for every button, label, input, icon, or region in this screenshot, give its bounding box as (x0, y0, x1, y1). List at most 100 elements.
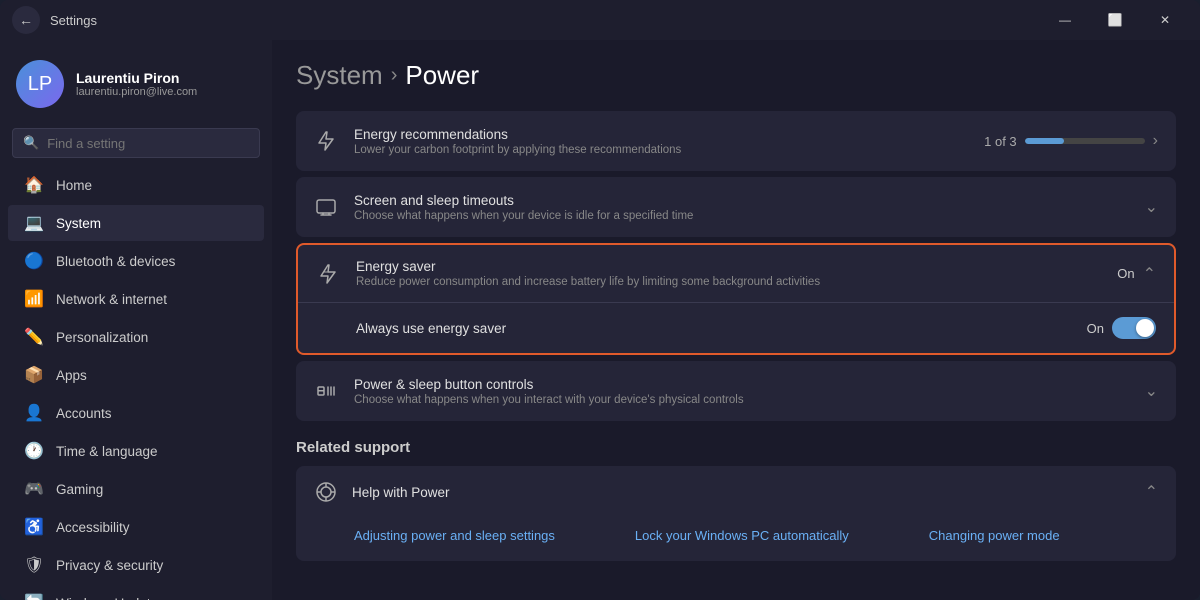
search-input[interactable] (47, 136, 249, 151)
screen-sleep-text: Screen and sleep timeouts Choose what ha… (354, 193, 1129, 222)
gaming-icon: 🎮 (24, 479, 44, 499)
nav-label-system: System (56, 216, 248, 231)
accounts-icon: 👤 (24, 403, 44, 423)
energy-saver-text: Energy saver Reduce power consumption an… (356, 259, 1101, 288)
nav-label-update: Windows Update (56, 596, 248, 600)
screen-sleep-chevron: ⌄ (1145, 197, 1158, 217)
power-sleep-subtitle: Choose what happens when you interact wi… (354, 394, 1129, 406)
sidebar-item-time[interactable]: 🕐 Time & language (8, 433, 264, 469)
sidebar-item-system[interactable]: 💻 System (8, 205, 264, 241)
help-link-changing[interactable]: Changing power mode (929, 528, 1060, 543)
power-sleep-chevron: ⌄ (1145, 381, 1158, 401)
help-card-header[interactable]: Help with Power ⌃ (296, 466, 1176, 518)
help-link-lock[interactable]: Lock your Windows PC automatically (635, 528, 849, 543)
main-content: LP Laurentiu Piron laurentiu.piron@live.… (0, 40, 1200, 600)
nav-label-privacy: Privacy & security (56, 558, 248, 573)
nav-label-home: Home (56, 178, 248, 193)
close-button[interactable]: ✕ (1142, 4, 1188, 36)
power-sleep-card: Power & sleep button controls Choose wha… (296, 361, 1176, 421)
help-label: Help with Power (352, 485, 1131, 500)
update-icon: 🔄 (24, 593, 44, 600)
minimize-button[interactable]: — (1042, 4, 1088, 36)
power-sleep-row[interactable]: Power & sleep button controls Choose wha… (296, 361, 1176, 421)
screen-sleep-icon (314, 195, 338, 219)
search-icon: 🔍 (23, 135, 39, 151)
screen-sleep-row[interactable]: Screen and sleep timeouts Choose what ha… (296, 177, 1176, 237)
related-support-title: Related support (296, 439, 1176, 456)
energy-saver-status: On (1117, 266, 1134, 281)
power-sleep-text: Power & sleep button controls Choose wha… (354, 377, 1129, 406)
energy-rec-chevron: › (1153, 132, 1158, 150)
nav-label-time: Time & language (56, 444, 248, 459)
search-box[interactable]: 🔍 (12, 128, 260, 158)
nav-label-accounts: Accounts (56, 406, 248, 421)
always-use-toggle[interactable] (1112, 317, 1156, 339)
time-icon: 🕐 (24, 441, 44, 461)
help-text: Help with Power (352, 485, 1131, 500)
help-chevron: ⌃ (1145, 482, 1158, 502)
window-controls: — ⬜ ✕ (1042, 4, 1188, 36)
energy-rec-icon (314, 129, 338, 153)
sidebar-item-windows-update[interactable]: 🔄 Windows Update (8, 585, 264, 600)
energy-rec-progress-bar (1025, 138, 1145, 144)
sidebar-item-accessibility[interactable]: ♿ Accessibility (8, 509, 264, 545)
help-icon (314, 480, 338, 504)
always-use-label: Always use energy saver (356, 321, 506, 336)
energy-saver-expanded: Always use energy saver On (298, 302, 1174, 353)
energy-recommendations-card: Energy recommendations Lower your carbon… (296, 111, 1176, 171)
help-action: ⌃ (1145, 482, 1158, 502)
avatar: LP (16, 60, 64, 108)
nav-label-gaming: Gaming (56, 482, 248, 497)
sidebar-item-accounts[interactable]: 👤 Accounts (8, 395, 264, 431)
power-sleep-title: Power & sleep button controls (354, 377, 1129, 392)
sidebar-item-gaming[interactable]: 🎮 Gaming (8, 471, 264, 507)
breadcrumb-current: Power (405, 60, 479, 91)
sidebar: LP Laurentiu Piron laurentiu.piron@live.… (0, 40, 272, 600)
settings-window: ← Settings — ⬜ ✕ LP Laurentiu Piron laur… (0, 0, 1200, 600)
energy-rec-text: Energy recommendations Lower your carbon… (354, 127, 968, 156)
privacy-icon: 🛡 (24, 555, 44, 575)
titlebar: ← Settings — ⬜ ✕ (0, 0, 1200, 40)
user-name: Laurentiu Piron (76, 70, 197, 86)
breadcrumb-parent[interactable]: System (296, 60, 383, 91)
sidebar-item-bluetooth[interactable]: 🔵 Bluetooth & devices (8, 243, 264, 279)
nav-label-bluetooth: Bluetooth & devices (56, 254, 248, 269)
screen-sleep-subtitle: Choose what happens when your device is … (354, 210, 1129, 222)
energy-rec-subtitle: Lower your carbon footprint by applying … (354, 144, 968, 156)
energy-rec-progress-text: 1 of 3 (984, 134, 1017, 149)
accessibility-icon: ♿ (24, 517, 44, 537)
maximize-button[interactable]: ⬜ (1092, 4, 1138, 36)
power-sleep-icon (314, 379, 338, 403)
help-links: Adjusting power and sleep settings Lock … (296, 518, 1176, 561)
nav-label-apps: Apps (56, 368, 248, 383)
sidebar-item-network[interactable]: 📶 Network & internet (8, 281, 264, 317)
content-area: System › Power Energy recommendations Lo… (272, 40, 1200, 600)
window-title: Settings (50, 13, 97, 28)
sidebar-item-personalization[interactable]: ✏️ Personalization (8, 319, 264, 355)
titlebar-left: ← Settings (12, 6, 97, 34)
power-sleep-action: ⌄ (1145, 381, 1158, 401)
energy-recommendations-row[interactable]: Energy recommendations Lower your carbon… (296, 111, 1176, 171)
bluetooth-icon: 🔵 (24, 251, 44, 271)
nav-label-personalization: Personalization (56, 330, 248, 345)
help-link-adjusting[interactable]: Adjusting power and sleep settings (354, 528, 555, 543)
energy-rec-progress-fill (1025, 138, 1065, 144)
apps-icon: 📦 (24, 365, 44, 385)
energy-saver-title: Energy saver (356, 259, 1101, 274)
back-button[interactable]: ← (12, 6, 40, 34)
toggle-knob (1136, 319, 1154, 337)
sidebar-item-apps[interactable]: 📦 Apps (8, 357, 264, 393)
sidebar-item-privacy[interactable]: 🛡 Privacy & security (8, 547, 264, 583)
user-info: Laurentiu Piron laurentiu.piron@live.com (76, 70, 197, 98)
breadcrumb: System › Power (296, 60, 1176, 91)
breadcrumb-chevron: › (391, 64, 398, 87)
user-email: laurentiu.piron@live.com (76, 86, 197, 98)
screen-sleep-title: Screen and sleep timeouts (354, 193, 1129, 208)
user-section[interactable]: LP Laurentiu Piron laurentiu.piron@live.… (0, 48, 272, 124)
energy-saver-icon (316, 262, 340, 286)
energy-saver-subtitle: Reduce power consumption and increase ba… (356, 276, 1101, 288)
energy-saver-header[interactable]: Energy saver Reduce power consumption an… (298, 245, 1174, 302)
energy-saver-action: On ⌃ (1117, 264, 1156, 284)
network-icon: 📶 (24, 289, 44, 309)
sidebar-item-home[interactable]: 🏠 Home (8, 167, 264, 203)
